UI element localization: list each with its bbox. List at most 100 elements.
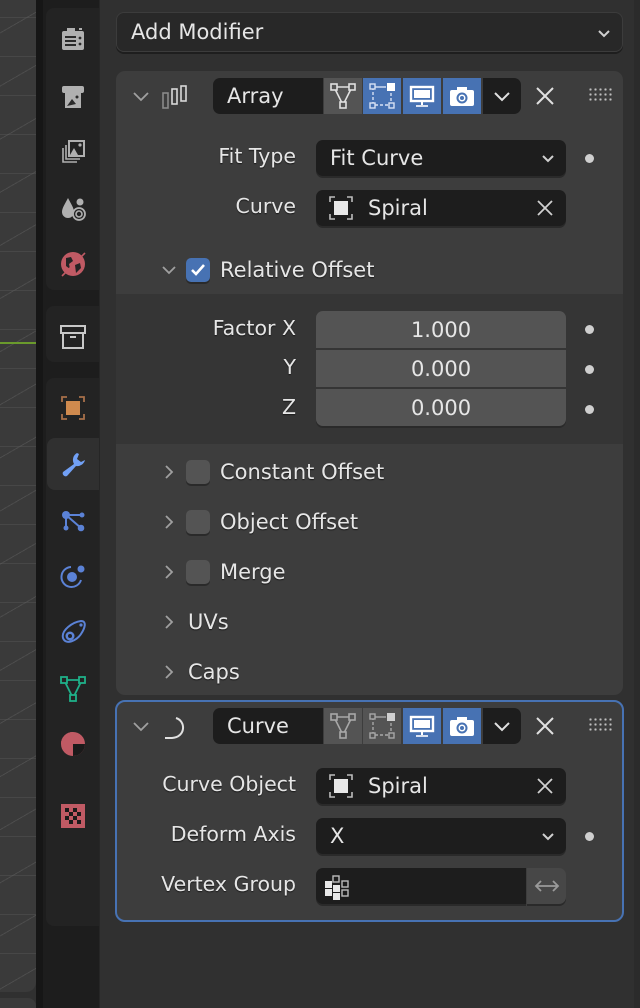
object-offset-header[interactable]: Object Offset bbox=[160, 506, 358, 538]
modifier-extras-menu[interactable] bbox=[483, 708, 521, 744]
object-offset-label: Object Offset bbox=[220, 510, 359, 534]
drag-handle-icon[interactable] bbox=[588, 717, 612, 731]
keyframe-dot[interactable] bbox=[585, 832, 594, 841]
tab-particles[interactable] bbox=[47, 494, 99, 546]
array-modifier-icon bbox=[162, 85, 187, 109]
tab-material[interactable] bbox=[47, 718, 99, 770]
modifier-name-input[interactable]: Array bbox=[213, 78, 323, 114]
tab-constraints[interactable] bbox=[47, 606, 99, 658]
viewport-toggle[interactable] bbox=[403, 708, 441, 744]
factor-x-value: 1.000 bbox=[410, 317, 472, 342]
modifier-extras-menu[interactable] bbox=[483, 78, 521, 114]
editor-scroll-edge[interactable] bbox=[634, 0, 640, 1008]
factor-y-field[interactable]: 0.000 bbox=[316, 350, 566, 387]
edit-cage-icon bbox=[330, 713, 356, 739]
relative-offset-header[interactable]: Relative Offset bbox=[160, 254, 374, 286]
tab-physics[interactable] bbox=[47, 550, 99, 602]
expand-chevron-icon bbox=[165, 615, 174, 629]
edit-cage-toggle[interactable] bbox=[324, 78, 362, 114]
clear-icon[interactable] bbox=[534, 197, 556, 219]
view-layer-icon bbox=[62, 198, 86, 221]
modifier-name-text: Array bbox=[227, 84, 284, 108]
factor-z-field[interactable]: 0.000 bbox=[316, 389, 566, 426]
tab-output[interactable] bbox=[47, 126, 99, 178]
relative-offset-checkbox[interactable] bbox=[186, 258, 210, 282]
vertex-group-field[interactable] bbox=[316, 868, 526, 904]
tab-object[interactable] bbox=[47, 382, 99, 434]
tab-world[interactable] bbox=[47, 238, 99, 290]
tab-tool[interactable] bbox=[47, 13, 99, 65]
factor-y-label: Y bbox=[283, 355, 296, 379]
fit-type-dropdown[interactable]: Fit Curve bbox=[316, 140, 566, 176]
uvs-label: UVs bbox=[188, 610, 229, 634]
render-toggle[interactable] bbox=[443, 708, 481, 744]
uvs-header[interactable]: UVs bbox=[160, 606, 229, 638]
expand-chevron-icon bbox=[162, 266, 176, 275]
edit-mode-icon bbox=[369, 713, 395, 739]
modifier-name-text: Curve bbox=[227, 714, 289, 738]
curve-modifier-header: Curve bbox=[116, 701, 623, 757]
camera-icon bbox=[450, 717, 474, 736]
tab-collection[interactable] bbox=[47, 311, 99, 363]
factor-z-label: Z bbox=[281, 395, 296, 419]
factor-x-field[interactable]: 1.000 bbox=[316, 311, 566, 348]
edit-mode-toggle[interactable] bbox=[363, 78, 401, 114]
camera-icon bbox=[450, 87, 474, 106]
remove-modifier-icon[interactable] bbox=[532, 83, 558, 109]
keyframe-dot[interactable] bbox=[585, 365, 594, 374]
curve-value: Spiral bbox=[368, 196, 428, 220]
tab-render[interactable] bbox=[47, 70, 99, 122]
properties-editor: Add Modifier Array Fit Type Fit Curve Cu… bbox=[100, 0, 640, 1008]
collapse-chevron-icon[interactable] bbox=[130, 85, 152, 107]
3d-viewport-edge[interactable] bbox=[0, 0, 36, 992]
caps-label: Caps bbox=[188, 660, 240, 684]
texture-icon bbox=[61, 804, 85, 828]
tab-texture[interactable] bbox=[47, 790, 99, 842]
chevron-down-icon bbox=[598, 30, 610, 38]
x-axis-line bbox=[0, 342, 36, 344]
deform-axis-label: Deform Axis bbox=[170, 822, 296, 846]
factor-x-label: Factor X bbox=[212, 316, 296, 340]
drag-handle-icon[interactable] bbox=[588, 87, 612, 101]
tab-data[interactable] bbox=[47, 662, 99, 714]
constant-offset-checkbox[interactable] bbox=[186, 460, 210, 484]
object-offset-checkbox[interactable] bbox=[186, 510, 210, 534]
factor-z-value: 0.000 bbox=[410, 395, 472, 420]
viewport-toggle[interactable] bbox=[403, 78, 441, 114]
caps-header[interactable]: Caps bbox=[160, 656, 240, 688]
edit-cage-toggle[interactable] bbox=[324, 708, 362, 744]
checkmark-icon bbox=[191, 264, 205, 276]
tab-modifiers[interactable] bbox=[47, 438, 99, 490]
modifier-name-input[interactable]: Curve bbox=[213, 708, 323, 744]
fit-type-label: Fit Type bbox=[218, 144, 296, 168]
keyframe-dot[interactable] bbox=[585, 325, 594, 334]
curve-object-field[interactable]: Spiral bbox=[316, 190, 566, 226]
merge-checkbox[interactable] bbox=[186, 560, 210, 584]
deform-axis-value: X bbox=[330, 824, 345, 848]
array-modifier-panel: Array Fit Type Fit Curve Curve Spiral Re… bbox=[116, 71, 623, 695]
mesh-data-icon bbox=[60, 676, 86, 702]
vertex-group-label: Vertex Group bbox=[161, 872, 296, 896]
curve-modifier-icon bbox=[165, 717, 184, 739]
add-modifier-dropdown[interactable]: Add Modifier bbox=[116, 12, 623, 52]
constant-offset-label: Constant Offset bbox=[220, 460, 385, 484]
merge-header[interactable]: Merge bbox=[160, 556, 286, 588]
relative-offset-panel: Factor X Y Z 1.000 0.000 0.000 bbox=[116, 294, 623, 444]
keyframe-dot[interactable] bbox=[585, 154, 594, 163]
vertex-group-icon bbox=[325, 875, 349, 900]
arrow-left-right-icon bbox=[534, 880, 559, 892]
curve-object-field[interactable]: Spiral bbox=[316, 768, 566, 804]
tab-view-layer[interactable] bbox=[47, 182, 99, 234]
constant-offset-header[interactable]: Constant Offset bbox=[160, 456, 384, 488]
remove-modifier-icon[interactable] bbox=[532, 713, 558, 739]
edit-mode-toggle[interactable] bbox=[363, 708, 401, 744]
clear-icon[interactable] bbox=[534, 775, 556, 797]
monitor-icon bbox=[409, 85, 435, 107]
deform-axis-dropdown[interactable]: X bbox=[316, 818, 566, 854]
invert-vertex-group-toggle[interactable] bbox=[527, 868, 566, 904]
area-divider[interactable] bbox=[36, 0, 43, 1008]
render-toggle[interactable] bbox=[443, 78, 481, 114]
keyframe-dot[interactable] bbox=[585, 405, 594, 414]
chevron-down-icon bbox=[542, 833, 554, 841]
collapse-chevron-icon[interactable] bbox=[130, 715, 152, 737]
